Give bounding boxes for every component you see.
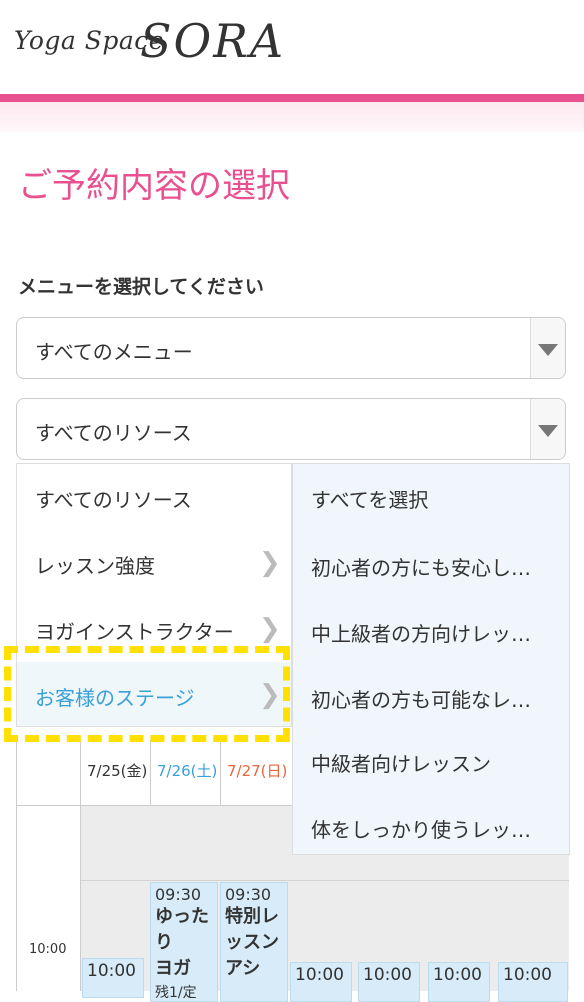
category-label: すべてのリソース (35, 488, 192, 512)
category-label: ヨガインストラクター (35, 620, 234, 644)
lesson-card[interactable]: 09:30 ゆったり ヨガ 残1/定 (150, 882, 218, 1002)
calendar-divider (220, 740, 221, 805)
chevron-down-icon (538, 344, 558, 356)
option-item[interactable]: 中上級者の方向けレッ… (311, 618, 531, 647)
resource-select[interactable]: すべてのリソース (16, 398, 566, 460)
lesson-time: 09:30 (225, 885, 272, 904)
lesson-time: 09:30 (155, 885, 202, 904)
lesson-name: アシ (225, 958, 261, 979)
lesson-slot[interactable]: 10:00 (82, 958, 144, 998)
resource-select-toggle[interactable] (530, 399, 565, 459)
highlight-frame (4, 646, 290, 742)
calendar-divider (150, 740, 151, 805)
category-item-intensity[interactable]: レッスン強度 ❯ (17, 530, 291, 594)
calendar-day-header: 7/26(土) (157, 762, 218, 780)
option-item[interactable]: 中級者向けレッスン (311, 748, 491, 777)
category-label: レッスン強度 (35, 554, 155, 578)
site-header: Yoga Space SORA (0, 0, 584, 94)
lesson-slot[interactable]: 10:00 (358, 962, 420, 1002)
resource-option-menu: すべてを選択 初心者の方にも安心し… 中上級者の方向けレッ… 初心者の方も可能な… (292, 463, 570, 855)
calendar-day-header: 7/25(金) (87, 762, 148, 780)
logo-text-big: SORA (140, 14, 286, 68)
option-select-all[interactable]: すべてを選択 (311, 484, 428, 513)
chevron-right-icon: ❯ (259, 548, 281, 578)
lesson-name: 特別レッスン (225, 906, 279, 953)
option-item[interactable]: 体をしっかり使うレッ… (311, 814, 531, 843)
menu-select[interactable]: すべてのメニュー (16, 317, 566, 379)
lesson-slot[interactable]: 10:00 (290, 962, 352, 1002)
chevron-down-icon (538, 425, 558, 437)
menu-section-label: メニューを選択してください (18, 276, 264, 298)
page-title: ご予約内容の選択 (18, 166, 290, 206)
option-item[interactable]: 初心者の方にも安心し… (311, 552, 531, 581)
menu-select-value: すべてのメニュー (35, 340, 193, 364)
option-item[interactable]: 初心者の方も可能なレ… (311, 684, 531, 713)
lesson-name: ゆったり (155, 906, 209, 953)
calendar-time-label: 10:00 (29, 942, 67, 957)
calendar-divider (81, 880, 569, 881)
header-accent-bar (0, 94, 584, 102)
lesson-name: ヨガ (155, 958, 191, 979)
category-item-all[interactable]: すべてのリソース (17, 464, 291, 528)
calendar-day-header: 7/27(日) (227, 762, 288, 780)
menu-select-toggle[interactable] (530, 318, 565, 378)
lesson-remaining: 残1/定 (155, 985, 197, 1001)
header-accent-band (0, 102, 584, 132)
lesson-card[interactable]: 09:30 特別レッスン アシ (220, 882, 288, 1002)
lesson-slot[interactable]: 10:00 (428, 962, 490, 1002)
lesson-slot[interactable]: 10:00 (498, 962, 568, 1002)
resource-select-value: すべてのリソース (35, 421, 192, 445)
chevron-right-icon: ❯ (259, 614, 281, 644)
